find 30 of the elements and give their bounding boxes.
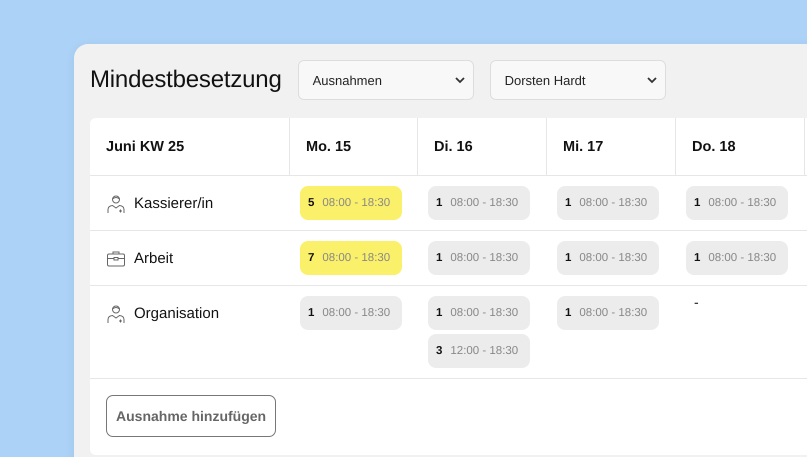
shift-chip[interactable]: 1 08:00 - 18:30: [557, 296, 659, 330]
person-icon: [106, 194, 126, 214]
column-header: Mi. 17: [563, 138, 604, 154]
shift-chip[interactable]: 1 08:00 - 18:30: [428, 296, 530, 330]
shift-chip[interactable]: 1 08:00 - 18:30: [557, 186, 659, 220]
shift-chip[interactable]: 1 08:00 - 18:30: [686, 241, 788, 275]
shift-chip[interactable]: 1 08:00 - 18:30: [686, 186, 788, 220]
week-header: Juni KW 25: [106, 138, 184, 154]
shift-chip[interactable]: 1 08:00 - 18:30: [557, 241, 659, 275]
shift-chip[interactable]: 1 08:00 - 18:30: [300, 296, 402, 330]
person-icon: [106, 304, 126, 324]
shift-chip[interactable]: 3 12:00 - 18:30: [428, 334, 530, 368]
chevron-down-icon: [646, 76, 657, 84]
chevron-down-icon: [454, 76, 465, 84]
shift-chip[interactable]: 1 08:00 - 18:30: [428, 241, 530, 275]
shift-chip[interactable]: 1 08:00 - 18:30: [428, 186, 530, 220]
briefcase-icon: [106, 249, 126, 269]
dropdown[interactable]: Dorsten Hardt: [490, 60, 666, 100]
row-label: Kassierer/in: [134, 195, 214, 212]
column-header: Mo. 15: [306, 138, 352, 154]
add-exception-button[interactable]: Ausnahme hinzufügen: [106, 395, 276, 437]
dropdown[interactable]: Ausnahmen: [298, 60, 474, 100]
empty-cell-text: -: [693, 294, 700, 310]
column-header: Do. 18: [692, 138, 736, 154]
row-label: Arbeit: [134, 250, 174, 267]
column-header: Di. 16: [434, 138, 473, 154]
shift-chip[interactable]: 5 08:00 - 18:30: [300, 186, 402, 220]
row-label: Organisation: [134, 305, 220, 322]
page-title: Mindestbesetzung: [90, 66, 282, 94]
shift-chip[interactable]: 7 08:00 - 18:30: [300, 241, 402, 275]
